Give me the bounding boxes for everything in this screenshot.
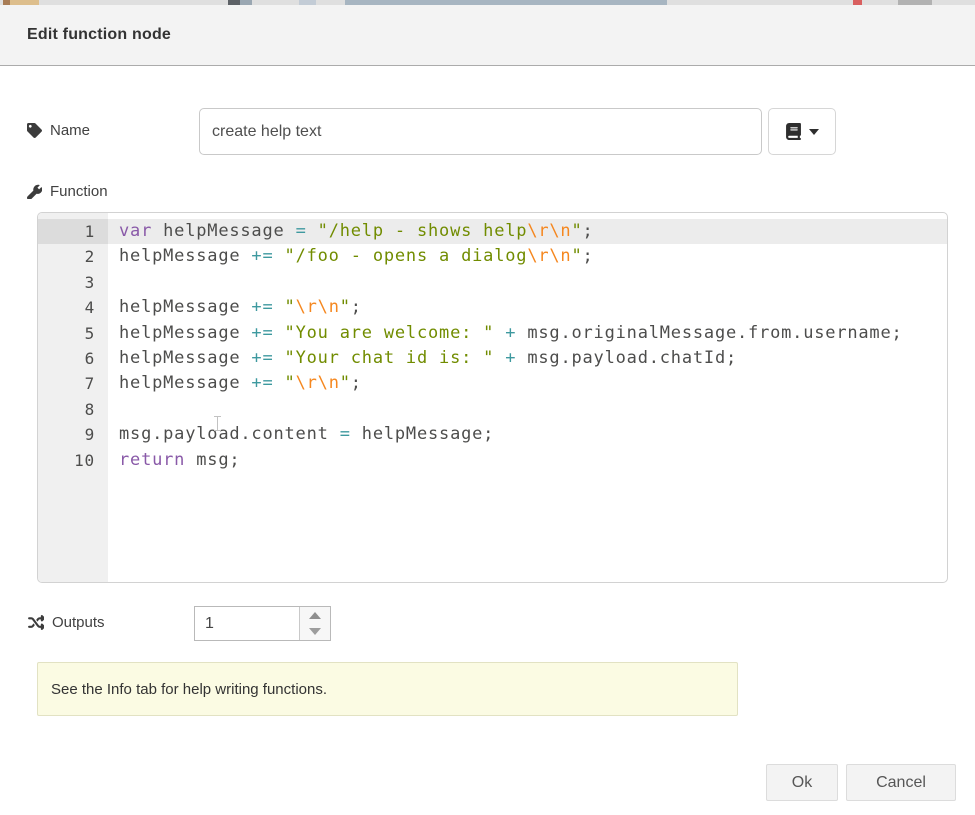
code-line[interactable] (108, 270, 947, 295)
code-token-string: " (571, 221, 582, 241)
code-lines[interactable]: var helpMessage = "/help - shows help\r\… (108, 213, 947, 582)
gutter-line-number: 8 (38, 397, 108, 422)
code-token-plain (274, 348, 285, 368)
library-menu-button[interactable] (768, 108, 836, 155)
code-token-plain: helpMessage (119, 323, 251, 343)
outputs-label-text: Outputs (52, 614, 105, 631)
code-token-string: " (340, 297, 351, 317)
code-token-operator: = (340, 424, 351, 444)
name-input[interactable] (199, 108, 762, 155)
gutter-line-number: 4 (38, 295, 108, 320)
spinner-up-button[interactable] (300, 607, 330, 624)
code-line[interactable] (108, 397, 947, 422)
code-token-plain: helpMessage (119, 373, 251, 393)
gutter-line-number: 6 (38, 346, 108, 371)
code-token-escape: \r\n (527, 246, 571, 266)
code-token-plain (494, 323, 505, 343)
code-line[interactable]: var helpMessage = "/help - shows help\r\… (108, 219, 947, 244)
caret-up-icon (309, 612, 321, 619)
wrench-icon (27, 184, 42, 199)
code-token-keyword: var (119, 221, 152, 241)
gutter-line-number: 1 (38, 219, 108, 244)
outputs-spinner (194, 606, 331, 641)
edit-function-node-dialog: Edit function node Name Function 1234567… (0, 0, 975, 815)
spinner-buttons (299, 607, 330, 640)
function-label: Function (27, 183, 108, 200)
code-token-plain (274, 373, 285, 393)
code-token-string: " (340, 373, 351, 393)
caret-down-icon (809, 129, 819, 135)
spinner-down-button[interactable] (300, 624, 330, 641)
code-token-plain: msg; (185, 450, 240, 470)
code-token-string: "Your chat id is: " (285, 348, 495, 368)
code-token-plain: msg.payload.chatId; (516, 348, 737, 368)
code-token-plain (494, 348, 505, 368)
code-token-operator: = (296, 221, 307, 241)
code-token-plain: ; (351, 297, 362, 317)
name-label-text: Name (50, 122, 90, 139)
tag-icon (27, 123, 42, 138)
code-token-escape: \r\n (296, 297, 340, 317)
gutter-line-number: 5 (38, 321, 108, 346)
dialog-title: Edit function node (27, 26, 171, 44)
code-token-string: "/help - shows help (318, 221, 528, 241)
code-token-plain: helpMessage; (351, 424, 494, 444)
code-line[interactable]: helpMessage += "/foo - opens a dialog\r\… (108, 244, 947, 269)
gutter-line-number: 2 (38, 244, 108, 269)
name-label: Name (27, 122, 90, 139)
info-tip-box: See the Info tab for help writing functi… (37, 662, 738, 716)
code-token-operator: += (251, 373, 273, 393)
code-token-operator: += (251, 246, 273, 266)
code-token-plain: msg.originalMessage.from.username; (516, 323, 902, 343)
code-token-plain: helpMessage (119, 246, 251, 266)
gutter-line-number: 9 (38, 422, 108, 447)
code-token-plain (274, 246, 285, 266)
code-token-string: " (285, 373, 296, 393)
info-tip-text: See the Info tab for help writing functi… (51, 681, 327, 698)
code-token-keyword: return (119, 450, 185, 470)
code-token-plain: helpMessage (119, 297, 251, 317)
outputs-label: Outputs (27, 614, 105, 631)
cancel-button[interactable]: Cancel (846, 764, 956, 801)
code-line[interactable]: helpMessage += "\r\n"; (108, 371, 947, 396)
code-token-operator: += (251, 297, 273, 317)
book-icon (785, 123, 802, 140)
shuffle-icon (27, 614, 44, 631)
code-line[interactable]: helpMessage += "You are welcome: " + msg… (108, 321, 947, 346)
code-token-escape: \r\n (527, 221, 571, 241)
code-token-plain (274, 323, 285, 343)
code-token-operator: + (505, 348, 516, 368)
dialog-header: Edit function node (0, 5, 975, 66)
code-token-operator: + (505, 323, 516, 343)
function-label-text: Function (50, 183, 108, 200)
code-token-plain (274, 297, 285, 317)
code-line[interactable]: helpMessage += "Your chat id is: " + msg… (108, 346, 947, 371)
code-line[interactable]: return msg; (108, 448, 947, 473)
outputs-input[interactable] (195, 607, 299, 640)
code-token-string: "/foo - opens a dialog (285, 246, 528, 266)
code-token-plain: helpMessage (119, 348, 251, 368)
gutter-line-number: 7 (38, 371, 108, 396)
code-line[interactable]: msg.payload.content = helpMessage; (108, 422, 947, 447)
code-line[interactable]: helpMessage += "\r\n"; (108, 295, 947, 320)
code-editor[interactable]: 12345678910 var helpMessage = "/help - s… (37, 212, 948, 583)
code-token-plain: msg.payload.content (119, 424, 340, 444)
gutter-line-number: 10 (38, 448, 108, 473)
caret-down-icon (309, 628, 321, 635)
code-token-string: "You are welcome: " (285, 323, 495, 343)
code-token-operator: += (251, 323, 273, 343)
code-token-operator: += (251, 348, 273, 368)
code-token-plain: ; (583, 246, 594, 266)
ok-button[interactable]: Ok (766, 764, 838, 801)
code-token-plain (307, 221, 318, 241)
gutter-line-number: 3 (38, 270, 108, 295)
code-token-plain: helpMessage (152, 221, 295, 241)
code-gutter: 12345678910 (38, 213, 108, 582)
code-token-escape: \r\n (296, 373, 340, 393)
code-token-string: " (285, 297, 296, 317)
code-token-plain: ; (583, 221, 594, 241)
code-token-string: " (571, 246, 582, 266)
code-token-plain: ; (351, 373, 362, 393)
